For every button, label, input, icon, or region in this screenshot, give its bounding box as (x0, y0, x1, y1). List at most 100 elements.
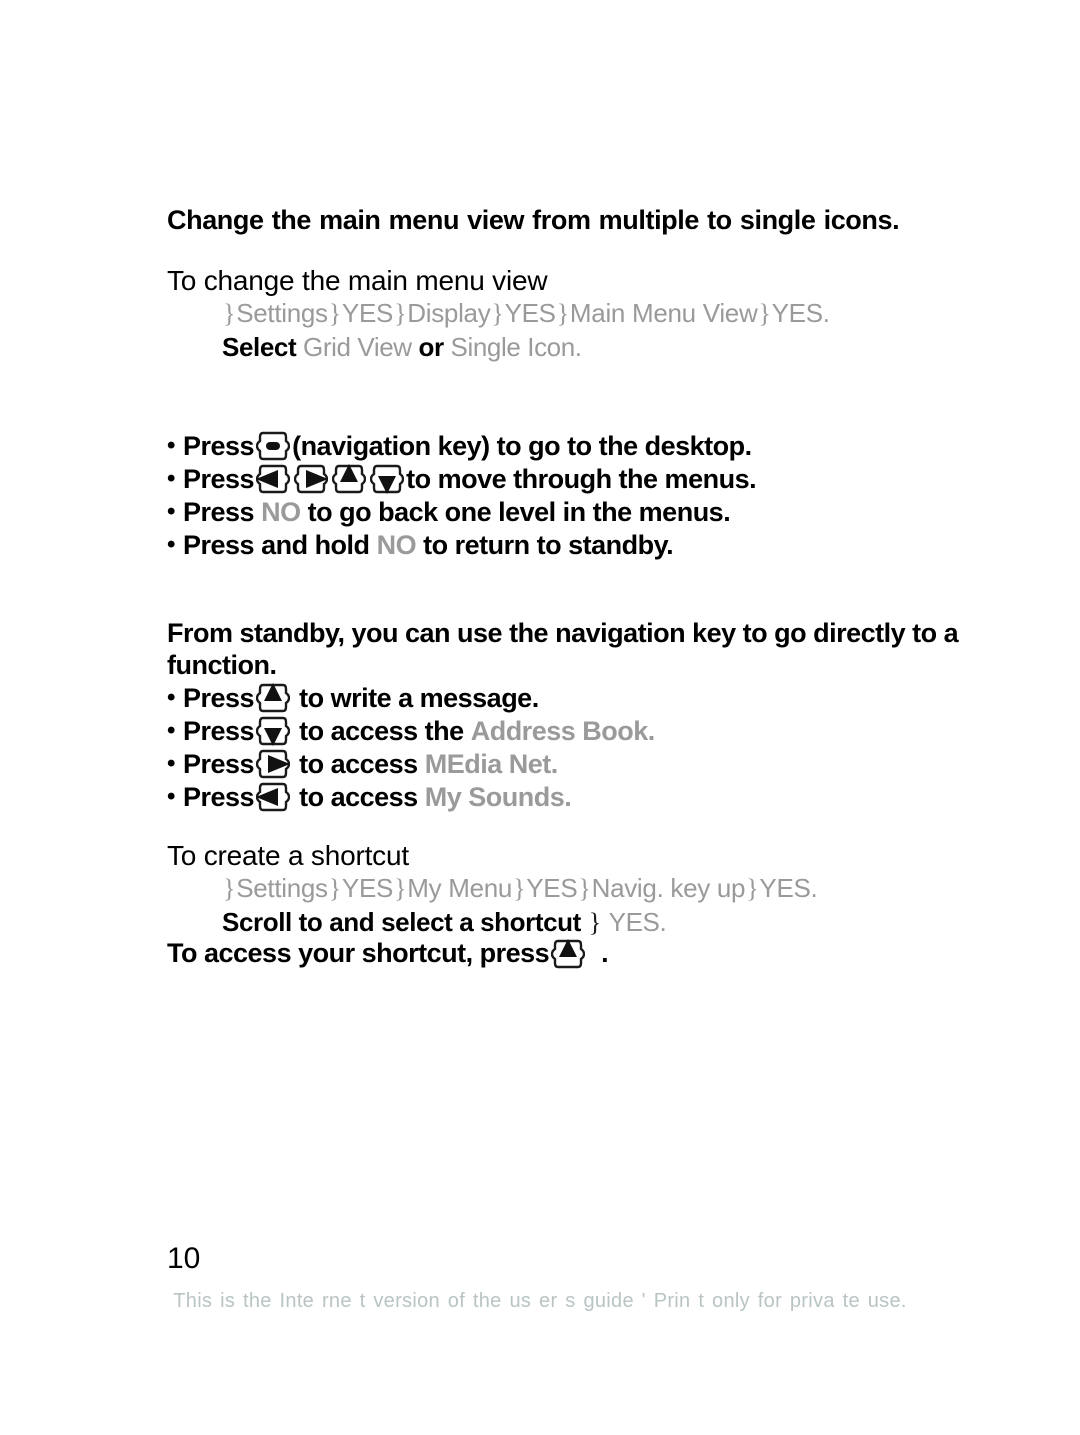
path-item: Settings (236, 298, 328, 328)
bullet-prefix: Press and hold (183, 529, 370, 560)
feature-address-book: Address Book (470, 715, 649, 746)
bullet-text: to access the (299, 715, 464, 746)
path-item: My Menu (407, 873, 513, 903)
path-item: YES (341, 873, 394, 903)
option-grid-view: Grid View (303, 332, 412, 362)
path-arrow-icon: } (746, 874, 759, 903)
path-arrow-icon: } (328, 299, 341, 328)
bullet-suffix: (navigation key) to go to the desktop. (292, 430, 752, 461)
list-item: • Press NO to go back one level in the m… (167, 496, 756, 528)
list-item: • Press to move through the menus. (167, 463, 757, 495)
path-item: YES (759, 873, 811, 903)
bullet-text: to access (299, 748, 418, 779)
list-item: • Press to access My Sounds. (167, 781, 655, 813)
feature-my-sounds: My Sounds (424, 781, 565, 812)
bullet-suffix: to return to standby. (423, 529, 674, 560)
bullet-text: to write a message. (299, 682, 539, 713)
path-item: Display (407, 298, 491, 328)
path-period: . (822, 298, 830, 328)
bullet-prefix: Press (183, 748, 255, 779)
navkey-left-icon (256, 782, 291, 812)
bullet-text: to access (299, 781, 418, 812)
key-label-no: NO (376, 529, 417, 560)
standby-bullet-list: • Press to write a message. • Press to a… (167, 682, 655, 814)
bullet-prefix: Press (183, 496, 255, 527)
path-item: Settings (236, 873, 328, 903)
path-item: YES (504, 298, 556, 328)
key-label-no: NO (261, 496, 301, 527)
path-period: . (810, 873, 818, 903)
bullet-period: . (564, 781, 572, 812)
bullet-icon: • (167, 498, 175, 525)
path-item: Navig. key up (591, 873, 746, 903)
select-verb: Select (222, 332, 297, 362)
navkey-down-icon (370, 464, 405, 494)
path-arrow-icon: } (556, 299, 569, 328)
bullet-prefix: Press (183, 430, 255, 461)
bullet-icon: • (167, 684, 175, 711)
list-item: • Press to access MEdia Net. (167, 748, 655, 780)
confirm-yes: YES (608, 907, 660, 937)
path-arrow-icon: } (223, 299, 236, 328)
list-item: • Press and hold NO to return to standby… (167, 529, 756, 561)
path-arrow-icon: } (513, 874, 526, 903)
navkey-left-icon (256, 464, 291, 494)
navigation-bullet-list: • Press (navigation key) to go to the de… (167, 430, 757, 562)
list-item: • Press (navigation key) to go to the de… (167, 430, 756, 462)
path-arrow-icon: } (223, 874, 236, 903)
line-period: . (659, 907, 667, 937)
navkey-right-icon (294, 464, 329, 494)
bullet-icon: • (167, 432, 175, 459)
access-shortcut-period: . (601, 938, 609, 968)
bullet-suffix: to move through the menus. (406, 463, 757, 494)
path-item: YES (771, 298, 823, 328)
intro-sentence: Change the main menu view from multiple … (167, 205, 900, 235)
path-arrow-icon: } (588, 908, 601, 937)
bullet-icon: • (167, 750, 175, 777)
option-single-icon: Single Icon (450, 332, 576, 362)
page-number: 10 (167, 1242, 201, 1275)
path-item: YES (341, 298, 394, 328)
select-conjunction: or (418, 332, 445, 362)
bullet-period: . (550, 748, 559, 779)
access-shortcut-prefix: To access your shortcut, press (167, 938, 550, 968)
bullet-icon: • (167, 531, 175, 558)
path-arrow-icon: } (328, 874, 341, 903)
section-heading-change-view: To change the main menu view (167, 265, 548, 296)
bullet-prefix: Press (183, 463, 255, 494)
path-arrow-icon: } (394, 874, 407, 903)
navkey-up-icon (551, 938, 586, 969)
bullet-suffix: to go back one level in the menus. (307, 496, 731, 527)
navkey-up-icon (332, 464, 367, 494)
path-item: Main Menu View (569, 298, 758, 328)
bullet-icon: • (167, 717, 175, 744)
list-item: • Press to write a message. (167, 682, 655, 714)
menu-path-create-shortcut: }Settings}YES}My Menu}YES}Navig. key up}… (222, 872, 818, 906)
path-arrow-icon: } (491, 299, 504, 328)
select-period: . (574, 332, 582, 362)
footer-note: This is the Inte rne t version of the us… (173, 1290, 907, 1312)
navkey-down-icon (256, 716, 291, 746)
path-arrow-icon: } (578, 874, 591, 903)
manual-page: Change the main menu view from multiple … (0, 0, 1080, 1435)
navkey-up-icon (256, 683, 291, 713)
bullet-icon: • (167, 465, 175, 492)
navkey-center-icon (256, 431, 291, 461)
bullet-icon: • (167, 783, 175, 810)
bullet-prefix: Press (183, 781, 255, 812)
navkey-right-icon (256, 749, 291, 779)
bullet-period: . (647, 715, 656, 746)
path-arrow-icon: } (758, 299, 771, 328)
scroll-select-shortcut-line: Scroll to and select a shortcut } YES. (222, 906, 667, 940)
menu-path-change-view: }Settings}YES}Display}YES}Main Menu View… (222, 297, 830, 331)
bullet-prefix: Press (183, 682, 255, 713)
select-view-line: Select Grid View or Single Icon. (222, 331, 582, 365)
path-arrow-icon: } (394, 299, 407, 328)
path-item: YES (526, 873, 578, 903)
list-item: • Press to access the Address Book. (167, 715, 655, 747)
standby-paragraph: From standby, you can use the navigation… (167, 618, 959, 680)
section-heading-create-shortcut: To create a shortcut (167, 840, 409, 871)
access-shortcut-line: To access your shortcut, press . (167, 938, 609, 969)
feature-media-net: MEdia Net (424, 748, 552, 779)
scroll-select-verb: Scroll to and select a shortcut (222, 907, 581, 937)
